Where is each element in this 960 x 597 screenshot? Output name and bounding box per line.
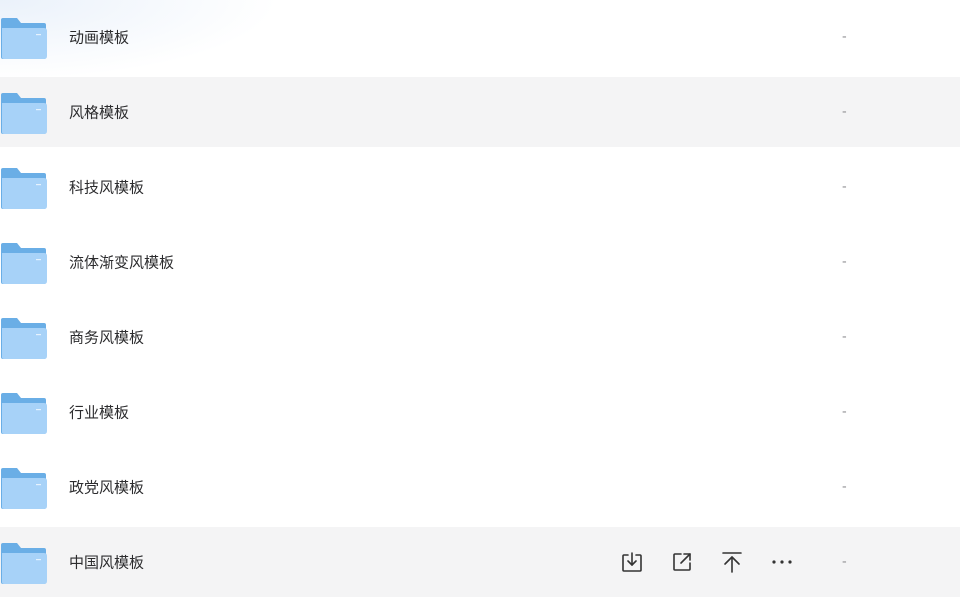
folder-name: 科技风模板 bbox=[69, 178, 145, 197]
folder-size: - bbox=[842, 29, 847, 45]
row-actions bbox=[619, 549, 795, 575]
share-icon[interactable] bbox=[669, 549, 695, 575]
folder-name: 政党风模板 bbox=[69, 478, 145, 497]
folder-size: - bbox=[842, 254, 847, 270]
folder-icon bbox=[0, 542, 48, 586]
folder-row[interactable]: 商务风模板 - bbox=[0, 302, 960, 372]
folder-name: 风格模板 bbox=[69, 103, 130, 122]
more-icon[interactable] bbox=[769, 549, 795, 575]
folder-row-hovered[interactable]: 中国风模板 - bbox=[0, 527, 960, 597]
folder-size: - bbox=[842, 179, 847, 195]
folder-icon bbox=[0, 317, 48, 361]
folder-name: 流体渐变风模板 bbox=[69, 253, 175, 272]
folder-name: 动画模板 bbox=[69, 28, 130, 47]
folder-size: - bbox=[842, 404, 847, 420]
folder-row[interactable]: 风格模板 - bbox=[0, 77, 960, 147]
download-icon[interactable] bbox=[619, 549, 645, 575]
folder-icon bbox=[0, 242, 48, 286]
folder-icon bbox=[0, 17, 48, 61]
pin-top-icon[interactable] bbox=[719, 549, 745, 575]
folder-icon bbox=[0, 392, 48, 436]
folder-size: - bbox=[842, 554, 847, 570]
folder-size: - bbox=[842, 104, 847, 120]
folder-row[interactable]: 政党风模板 - bbox=[0, 452, 960, 522]
folder-size: - bbox=[842, 479, 847, 495]
folder-list: 动画模板 - 风格模板 - 科技风模板 - 流体渐变风模板 - 商务风模板 - … bbox=[0, 0, 960, 597]
folder-name: 行业模板 bbox=[69, 403, 130, 422]
folder-icon bbox=[0, 467, 48, 511]
folder-row[interactable]: 动画模板 - bbox=[0, 2, 960, 72]
folder-name: 中国风模板 bbox=[69, 553, 145, 572]
folder-row[interactable]: 行业模板 - bbox=[0, 377, 960, 447]
folder-name: 商务风模板 bbox=[69, 328, 145, 347]
folder-size: - bbox=[842, 329, 847, 345]
folder-row[interactable]: 科技风模板 - bbox=[0, 152, 960, 222]
folder-icon bbox=[0, 167, 48, 211]
folder-icon bbox=[0, 92, 48, 136]
folder-row[interactable]: 流体渐变风模板 - bbox=[0, 227, 960, 297]
